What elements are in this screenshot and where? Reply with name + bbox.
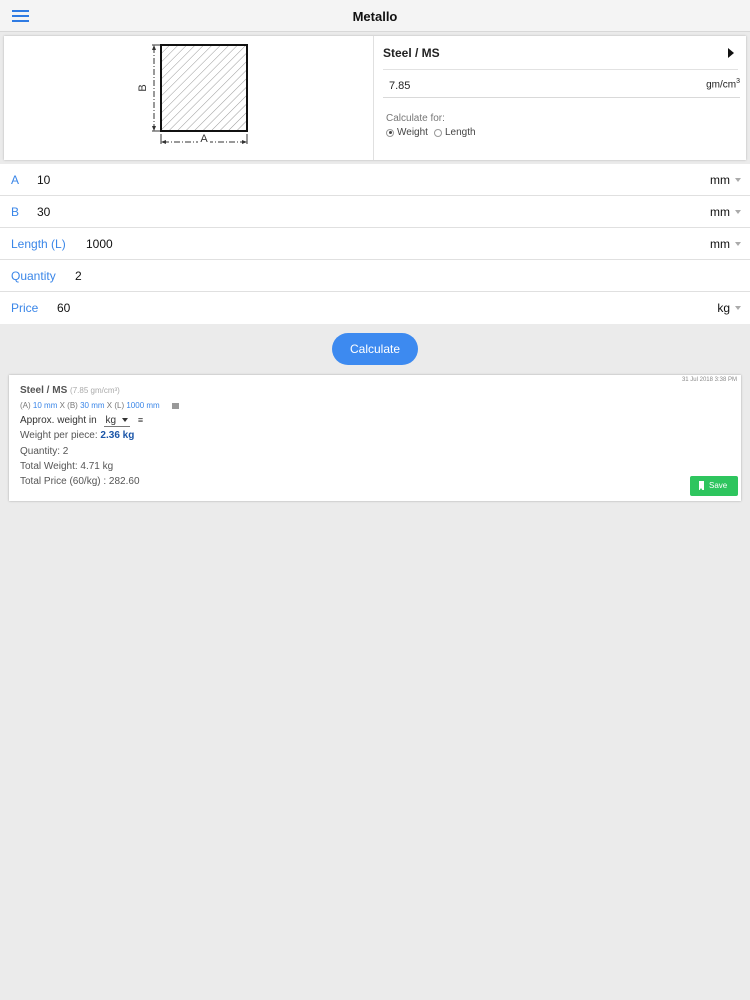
radio-unselected-icon [433, 128, 442, 137]
rectangle-bar-diagram: A B [137, 44, 248, 145]
material-selector[interactable]: Steel / MS [383, 36, 738, 70]
calculate-button[interactable]: Calculate [332, 333, 418, 365]
material-panel: Steel / MS 7.85 gm/cm3 Calculate for: We… [375, 36, 746, 160]
radio-length[interactable]: Length [433, 127, 476, 138]
input-b-field[interactable]: 30 [37, 205, 50, 219]
result-timestamp: 31 Jul 2018 3:38 PM [681, 377, 737, 383]
weight-per-piece: Weight per piece: 2.36 kg [20, 430, 135, 441]
density-value: 7.85 [389, 80, 411, 92]
copy-icon[interactable] [171, 402, 179, 409]
input-length-label: Length (L) [11, 237, 66, 251]
top-bar: Metallo [0, 0, 750, 32]
result-card: 31 Jul 2018 3:38 PM Steel / MS (7.85 gm/… [9, 375, 741, 501]
input-row-b: B 30 mm [0, 196, 750, 228]
density-field[interactable]: 7.85 gm/cm3 [383, 72, 740, 98]
weight-per-piece-value: 2.36 kg [100, 430, 135, 441]
caret-down-icon[interactable] [735, 306, 741, 310]
shape-card: A B Steel / MS 7.85 gm/cm3 Calculate for… [4, 36, 746, 160]
app-title: Metallo [352, 9, 398, 24]
result-total-weight: Total Weight: 4.71 kg [20, 461, 114, 472]
input-length-field[interactable]: 1000 [86, 237, 113, 251]
caret-down-icon[interactable] [735, 242, 741, 246]
calculate-for-label: Calculate for: [386, 113, 445, 124]
result-quantity: Quantity: 2 [20, 446, 69, 457]
dimension-b-label: B [137, 84, 149, 91]
save-button[interactable]: Save [690, 476, 738, 496]
arrow-right-icon [728, 48, 734, 58]
caret-down-icon[interactable] [735, 210, 741, 214]
input-row-length: Length (L) 1000 mm [0, 228, 750, 260]
input-a-label: A [11, 173, 20, 187]
result-density: (7.85 gm/cm³) [70, 386, 120, 395]
input-quantity-field[interactable]: 2 [75, 269, 82, 283]
radio-selected-icon [386, 128, 394, 137]
caret-down-icon [122, 418, 129, 423]
caret-down-icon[interactable] [735, 178, 741, 182]
input-row-quantity: Quantity 2 [0, 260, 750, 292]
menu-icon[interactable]: ≡ [138, 415, 143, 425]
calculate-for-options: Weight Length [386, 127, 476, 138]
bookmark-icon [699, 481, 704, 491]
input-price-field[interactable]: 60 [57, 301, 70, 315]
input-b-label: B [11, 205, 20, 219]
input-quantity-label: Quantity [11, 269, 56, 283]
input-a-field[interactable]: 10 [37, 173, 50, 187]
dimension-a-label: A [200, 133, 208, 145]
density-unit: gm/cm3 [706, 78, 740, 91]
input-price-label: Price [11, 301, 39, 315]
radio-weight[interactable]: Weight [386, 127, 428, 138]
input-row-price: Price 60 kg [0, 292, 750, 324]
dimension-inputs: A 10 mm B 30 mm Length (L) 1000 mm Quant… [0, 164, 750, 324]
unit-a-select[interactable]: mm [710, 173, 730, 187]
result-total-price: Total Price (60/kg) : 282.60 [20, 476, 140, 487]
approx-weight-row: Approx. weight in kg ≡ [20, 415, 144, 427]
unit-b-select[interactable]: mm [710, 205, 730, 219]
shape-diagram: A B [4, 36, 374, 160]
input-row-a: A 10 mm [0, 164, 750, 196]
material-name: Steel / MS [383, 46, 440, 60]
result-title: Steel / MS (7.85 gm/cm³) [20, 385, 120, 396]
unit-length-select[interactable]: mm [710, 237, 730, 251]
unit-price-select[interactable]: kg [717, 301, 730, 315]
result-dimensions: (A) 10 mm X (B) 30 mm X (L) 1000 mm [20, 401, 179, 410]
weight-unit-select[interactable]: kg [103, 415, 131, 427]
